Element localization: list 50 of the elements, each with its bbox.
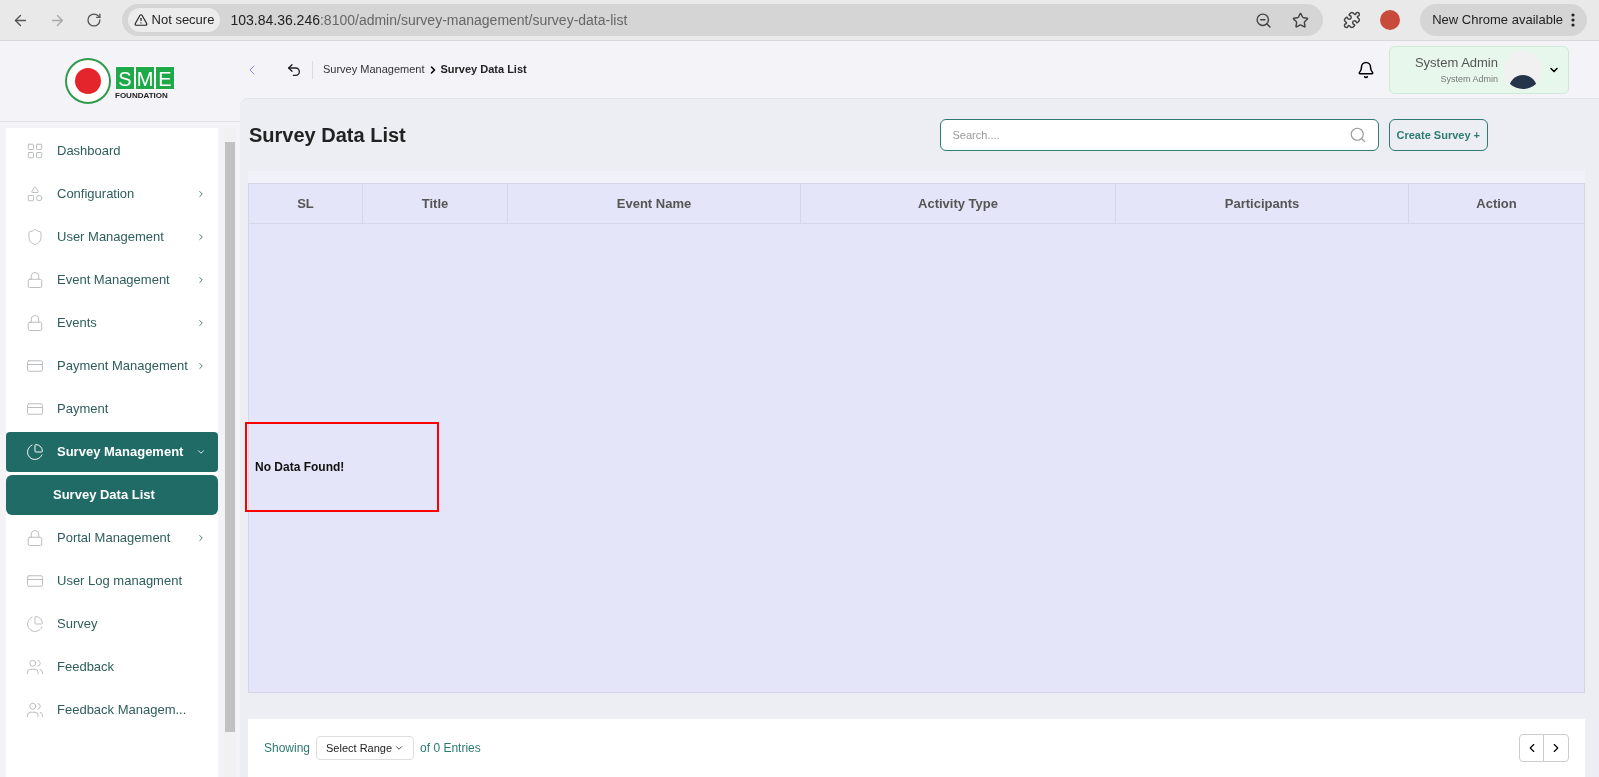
user-role: System Admin xyxy=(1440,72,1498,86)
sidebar-item[interactable]: Configuration xyxy=(6,174,218,214)
profile-avatar[interactable] xyxy=(1380,10,1401,30)
star-icon[interactable] xyxy=(1291,11,1309,29)
entries-label: of 0 Entries xyxy=(420,740,481,757)
column-header: Action xyxy=(1475,194,1518,213)
sidebar-item[interactable]: Feedback xyxy=(6,647,218,687)
address-bar[interactable]: Not secure 103.84.36.246:8100/admin/survey-management/survey-data-list xyxy=(121,4,1323,36)
sidebar-item[interactable]: Events xyxy=(6,303,218,343)
page-title: Survey Data List xyxy=(249,123,406,148)
sidebar-item[interactable]: User Log managment xyxy=(6,561,218,601)
avatar-silhouette xyxy=(1504,50,1542,89)
breadcrumb-link[interactable]: Survey Management xyxy=(323,61,425,78)
zoom-icon[interactable] xyxy=(1254,11,1272,29)
logo-subtitle: FOUNDATION xyxy=(115,90,168,102)
search-field[interactable]: Search.... xyxy=(939,119,1379,151)
extensions-icon[interactable] xyxy=(1342,11,1361,29)
security-chip[interactable]: Not secure xyxy=(127,8,221,32)
user-menu[interactable]: System Admin System Admin xyxy=(1389,45,1569,94)
sidebar-item[interactable]: Payment Management xyxy=(6,346,218,386)
column-header: SL xyxy=(249,184,363,223)
showing-label: Showing xyxy=(264,740,311,757)
sidebar-item[interactable]: Portal Management xyxy=(6,518,218,558)
sidebar-item[interactable]: Survey xyxy=(6,604,218,644)
sidebar-subitem[interactable]: Survey Data List xyxy=(6,475,218,515)
column-header: Title xyxy=(363,184,508,223)
back-icon[interactable] xyxy=(286,61,302,78)
sidebar-item[interactable]: Feedback Managem... xyxy=(6,690,218,730)
reload-icon[interactable] xyxy=(85,12,102,28)
emblem-logo xyxy=(65,58,111,104)
column-header: Participants xyxy=(1116,184,1409,223)
update-button[interactable]: New Chrome available xyxy=(1420,4,1587,36)
column-header: Event Name xyxy=(508,184,801,223)
chevron-down-icon xyxy=(394,743,405,753)
range-select[interactable]: Select Range xyxy=(316,736,415,760)
create-survey-button[interactable]: Create Survey + xyxy=(1388,119,1488,151)
empty-message: No Data Found! xyxy=(255,459,345,476)
breadcrumb-current: Survey Data List xyxy=(440,62,527,78)
user-name: System Admin xyxy=(1414,54,1498,72)
sidebar-item[interactable]: Payment xyxy=(6,389,218,429)
sidebar-item[interactable]: Event Management xyxy=(6,260,218,300)
warning-icon xyxy=(133,13,148,27)
search-icon xyxy=(1348,126,1367,144)
sidebar-item[interactable]: User Management xyxy=(6,217,218,257)
url-text: 103.84.36.246:8100/admin/survey-management/survey-data-list xyxy=(230,10,628,30)
sidebar-item[interactable]: Dashboard xyxy=(6,131,218,171)
notification-icon[interactable] xyxy=(1357,60,1375,79)
sidebar-item[interactable]: Survey Management xyxy=(6,432,218,472)
column-header: Activity Type xyxy=(801,184,1116,223)
scrollbar[interactable] xyxy=(224,128,236,777)
